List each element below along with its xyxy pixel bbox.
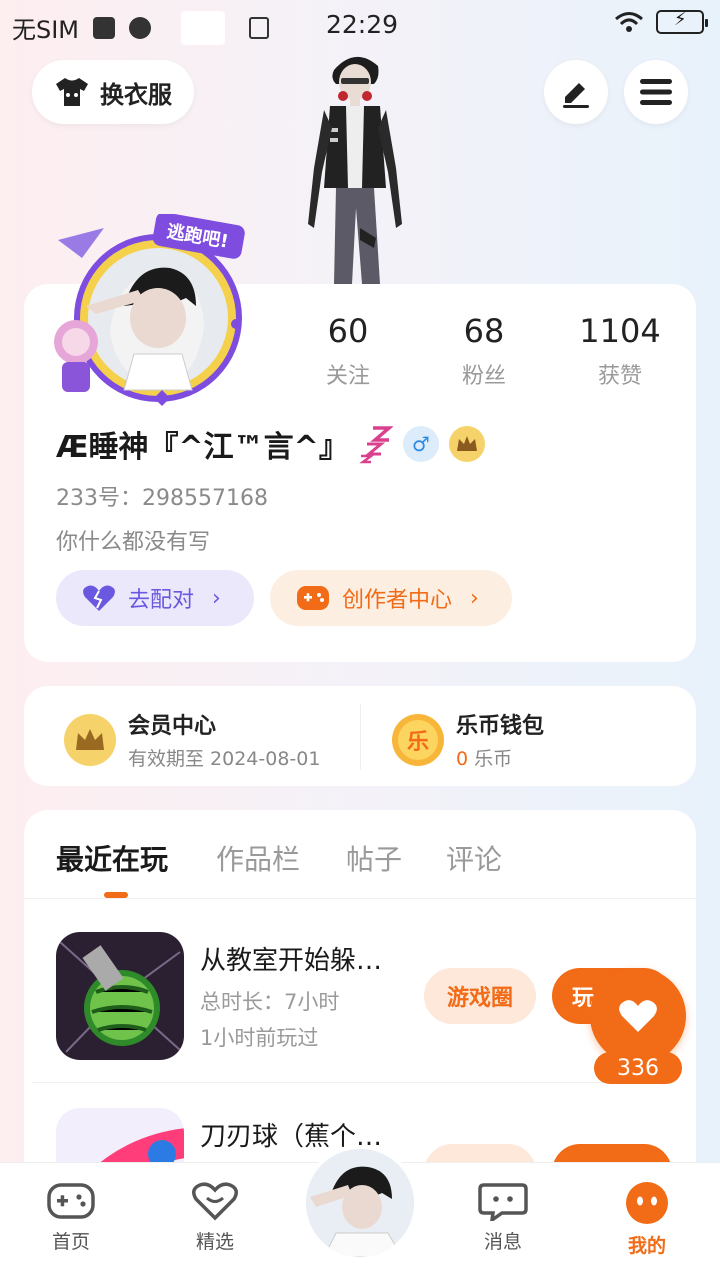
status-right: ⚡ [614, 9, 708, 34]
status-bar: 无SIM 22:29 ⚡ [0, 0, 720, 50]
creator-label: 创作者中心 [342, 588, 453, 613]
crown-badge-icon [448, 426, 485, 462]
bottom-nav: 首页 精选 消息 我的 [0, 1145, 720, 1280]
avatar-3d-figure[interactable] [300, 48, 410, 284]
nav-messages[interactable]: 消息 [458, 1181, 548, 1254]
game-title: 从教室开始躲… [200, 946, 383, 976]
tab-works[interactable]: 作品栏 [216, 838, 300, 878]
member-center-title: 会员中心 [128, 714, 217, 739]
menu-button[interactable] [624, 60, 688, 124]
gamepad-home-icon [47, 1183, 95, 1219]
male-gender-icon: ♂ [402, 426, 439, 462]
carrier-label: 无SIM [12, 16, 80, 44]
member-expiry: 有效期至 2024-08-01 [128, 748, 321, 770]
wallet-balance: 0 乐币 [456, 744, 544, 771]
change-outfit-button[interactable]: 换衣服 [32, 60, 194, 124]
coin-glyph: 乐 [398, 719, 438, 760]
clock: 22:29 [326, 10, 399, 39]
tshirt-icon [56, 78, 88, 106]
wallet-unit: 乐币 [474, 748, 513, 770]
heart-icon [619, 1000, 657, 1032]
planet-icon [129, 16, 152, 39]
stat-fans-label: 粉丝 [461, 364, 506, 389]
game-duration: 总时长：7小时 [200, 990, 340, 1014]
nav-featured-label: 精选 [195, 1231, 234, 1253]
profile-card: 逃跑吧! 60 关注 68 粉丝 1104 获赞 Æ睡神『^江™言^』 ♂ 23… [24, 214, 696, 662]
stat-likes-value: 1104 [579, 312, 661, 350]
chevron-right-icon: › [212, 585, 221, 611]
gamepad-icon [297, 586, 329, 610]
crown-icon [64, 713, 116, 766]
bag-icon [93, 16, 116, 39]
nickname-row: Æ睡神『^江™言^』 ♂ [56, 422, 485, 466]
avatar [306, 1149, 414, 1257]
change-outfit-label: 换衣服 [100, 80, 172, 109]
book-icon [181, 10, 226, 45]
stat-fans[interactable]: 68 粉丝 [424, 312, 544, 390]
heart-match-icon [83, 585, 115, 611]
status-left: 无SIM [12, 10, 270, 45]
floating-like-button[interactable] [590, 968, 686, 1064]
member-center-entry[interactable]: 会员中心 有效期至 2024-08-01 [64, 708, 320, 771]
wallet-title: 乐币钱包 [456, 714, 545, 739]
stat-following-value: 60 [327, 312, 369, 350]
me-face-icon [626, 1182, 668, 1224]
menu-icon [640, 79, 672, 105]
nav-me-label: 我的 [627, 1235, 666, 1257]
nav-avatar-button[interactable] [302, 1145, 418, 1261]
sleep-zz-icon [359, 426, 393, 464]
chat-icon [478, 1183, 528, 1221]
edit-profile-button[interactable] [544, 60, 608, 124]
nav-messages-label: 消息 [483, 1231, 522, 1253]
bio-text[interactable]: 你什么都没有写 [56, 524, 210, 556]
avatar-frame[interactable]: 逃跑吧! [46, 214, 246, 414]
nav-home-label: 首页 [51, 1231, 90, 1253]
divider [32, 1082, 672, 1083]
heart-outline-icon [192, 1182, 238, 1221]
edit-icon [563, 83, 589, 108]
nav-featured[interactable]: 精选 [170, 1181, 260, 1254]
game-last-played: 1小时前玩过 [200, 1026, 319, 1050]
screenshot-icon [249, 16, 270, 39]
tab-comments[interactable]: 评论 [446, 838, 502, 878]
nickname: Æ睡神『^江™言^』 [56, 430, 349, 465]
wallet-amount: 0 [456, 748, 469, 770]
battery-icon: ⚡ [656, 9, 708, 34]
uid-label: 233号： [56, 486, 142, 511]
wallet-entry[interactable]: 乐 乐币钱包 0 乐币 [392, 708, 544, 771]
chevron-right-icon: › [470, 585, 479, 611]
stat-likes[interactable]: 1104 获赞 [560, 312, 680, 390]
member-wallet-card: 会员中心 有效期至 2024-08-01 乐 乐币钱包 0 乐币 [24, 686, 696, 786]
game-circle-button[interactable]: 游戏圈 [424, 968, 536, 1024]
tab-recent-played[interactable]: 最近在玩 [56, 838, 168, 878]
creator-center-button[interactable]: 创作者中心 › [270, 570, 512, 626]
divider [360, 704, 361, 770]
uid-row[interactable]: 233号：298557168 [56, 480, 268, 512]
nav-home[interactable]: 首页 [26, 1181, 116, 1254]
stat-following-label: 关注 [325, 364, 370, 389]
nav-me[interactable]: 我的 [602, 1181, 692, 1258]
stat-following[interactable]: 60 关注 [288, 312, 408, 390]
stat-fans-value: 68 [463, 312, 505, 350]
match-button[interactable]: 去配对 › [56, 570, 254, 626]
match-label: 去配对 [128, 588, 195, 613]
uid-value: 298557168 [142, 486, 268, 511]
coin-icon: 乐 [392, 713, 444, 766]
divider [24, 898, 696, 899]
floating-like-count: 336 [594, 1052, 682, 1084]
tab-posts[interactable]: 帖子 [346, 838, 402, 878]
wifi-icon [615, 12, 643, 32]
game-icon[interactable] [56, 932, 184, 1060]
stat-likes-label: 获赞 [597, 364, 642, 389]
